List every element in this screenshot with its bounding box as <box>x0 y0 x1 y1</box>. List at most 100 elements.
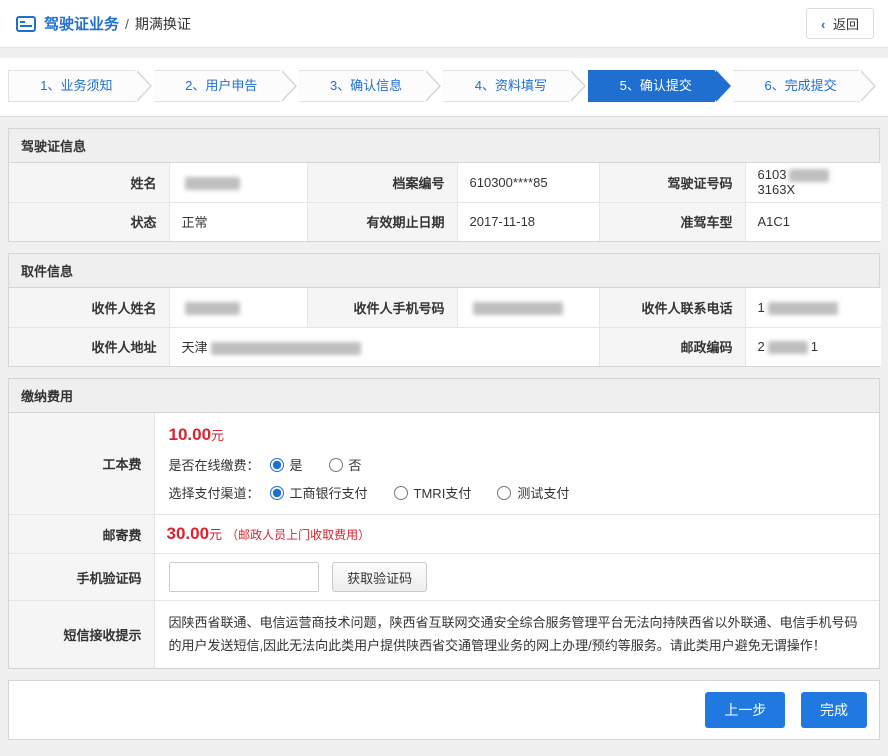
license-no-prefix: 6103 <box>758 167 787 182</box>
license-section-title: 驾驶证信息 <box>9 129 879 163</box>
phone-prefix: 1 <box>758 300 765 315</box>
radio-online-yes-input[interactable] <box>270 458 284 472</box>
zip-code-label: 邮政编码 <box>599 327 745 366</box>
online-pay-label: 是否在线缴费： <box>169 455 260 474</box>
fee-value: 10.00 <box>169 425 212 444</box>
file-no-value: 610300****85 <box>457 163 599 202</box>
pickup-section-title: 取件信息 <box>9 254 879 288</box>
redacted-zip <box>768 341 808 354</box>
step-3-confirm-info[interactable]: 3、确认信息 <box>299 70 426 102</box>
step-4-fill-data[interactable]: 4、资料填写 <box>443 70 570 102</box>
radio-channel-test-label: 测试支付 <box>517 483 569 502</box>
sms-code-cell: 获取验证码 <box>154 554 879 601</box>
back-button[interactable]: ‹ 返回 <box>806 8 874 39</box>
table-row: 短信接收提示 因陕西省联通、电信运营商技术问题，陕西省互联网交通安全综合服务管理… <box>9 601 879 668</box>
table-row: 工本费 10.00元 是否在线缴费： 是 否 选 <box>9 413 879 515</box>
redacted-name <box>185 177 240 190</box>
title-separator: / <box>125 16 129 32</box>
page-header: 驾驶证业务 / 期满换证 ‹ 返回 <box>0 0 888 48</box>
expiry-value: 2017-11-18 <box>457 202 599 241</box>
fee-amount: 10.00元 <box>169 425 866 445</box>
online-pay-row: 是否在线缴费： 是 否 <box>169 455 866 474</box>
fee-cell: 10.00元 是否在线缴费： 是 否 选择支付渠道： <box>154 413 879 515</box>
license-no-value: 61033163X <box>745 163 881 202</box>
payment-table: 工本费 10.00元 是否在线缴费： 是 否 选 <box>9 413 879 668</box>
radio-channel-icbc-label: 工商银行支付 <box>290 483 368 502</box>
pickup-info-section: 取件信息 收件人姓名 收件人手机号码 收件人联系电话 1 收件人地址 天津 邮政… <box>8 253 880 367</box>
vehicle-type-label: 准驾车型 <box>599 202 745 241</box>
redacted-mobile <box>473 302 563 315</box>
sms-code-input[interactable] <box>169 562 319 592</box>
redacted-address <box>211 342 361 355</box>
recipient-mobile-label: 收件人手机号码 <box>307 288 457 327</box>
recipient-phone-value: 1 <box>745 288 881 327</box>
radio-channel-tmri-label: TMRI支付 <box>414 483 472 502</box>
radio-online-no-input[interactable] <box>329 458 343 472</box>
name-label: 姓名 <box>9 163 169 202</box>
radio-channel-test[interactable]: 测试支付 <box>497 483 569 502</box>
name-value <box>169 163 307 202</box>
recipient-name-value <box>169 288 307 327</box>
step-2-user-declaration[interactable]: 2、用户申告 <box>154 70 281 102</box>
radio-online-yes-label: 是 <box>290 455 303 474</box>
postage-label: 邮寄费 <box>9 515 154 554</box>
radio-channel-test-input[interactable] <box>497 486 511 500</box>
radio-online-no-label: 否 <box>349 455 362 474</box>
postage-cell: 30.00元（邮政人员上门收取费用） <box>154 515 879 554</box>
radio-channel-tmri[interactable]: TMRI支付 <box>394 483 472 502</box>
table-row: 姓名 档案编号 610300****85 驾驶证号码 61033163X <box>9 163 881 202</box>
license-no-suffix: 3163X <box>758 182 796 197</box>
footer-action-bar: 上一步 完成 <box>8 680 880 740</box>
pay-channel-label: 选择支付渠道： <box>169 483 260 502</box>
payment-section: 缴纳费用 工本费 10.00元 是否在线缴费： 是 否 <box>8 378 880 669</box>
sms-tip-text: 因陕西省联通、电信运营商技术问题，陕西省互联网交通安全综合服务管理平台无法向持陕… <box>154 601 879 668</box>
step-5-confirm-submit[interactable]: 5、确认提交 <box>588 70 715 102</box>
table-row: 状态 正常 有效期止日期 2017-11-18 准驾车型 A1C1 <box>9 202 881 241</box>
back-label: 返回 <box>833 17 859 32</box>
sms-tip-label: 短信接收提示 <box>9 601 154 668</box>
license-info-section: 驾驶证信息 姓名 档案编号 610300****85 驾驶证号码 6103316… <box>8 128 880 242</box>
address-prefix: 天津 <box>182 340 208 355</box>
status-value: 正常 <box>169 202 307 241</box>
status-label: 状态 <box>9 202 169 241</box>
recipient-address-label: 收件人地址 <box>9 327 169 366</box>
step-6-complete-submit[interactable]: 6、完成提交 <box>733 70 860 102</box>
radio-online-yes[interactable]: 是 <box>270 455 303 474</box>
recipient-address-value: 天津 <box>169 327 599 366</box>
recipient-mobile-value <box>457 288 599 327</box>
postage-unit: 元 <box>209 527 222 542</box>
payment-section-title: 缴纳费用 <box>9 379 879 413</box>
table-row: 邮寄费 30.00元（邮政人员上门收取费用） <box>9 515 879 554</box>
get-code-button[interactable]: 获取验证码 <box>332 562 427 592</box>
radio-channel-icbc-input[interactable] <box>270 486 284 500</box>
zip-suffix: 1 <box>811 339 818 354</box>
license-info-table: 姓名 档案编号 610300****85 驾驶证号码 61033163X 状态 … <box>9 163 881 241</box>
zip-code-value: 21 <box>745 327 881 366</box>
radio-channel-tmri-input[interactable] <box>394 486 408 500</box>
step-1-business-notice[interactable]: 1、业务须知 <box>8 70 136 102</box>
recipient-phone-label: 收件人联系电话 <box>599 288 745 327</box>
fee-unit: 元 <box>211 428 224 443</box>
page-title: 驾驶证业务 <box>44 13 119 34</box>
radio-channel-icbc[interactable]: 工商银行支付 <box>270 483 368 502</box>
table-row: 手机验证码 获取验证码 <box>9 554 879 601</box>
vehicle-type-value: A1C1 <box>745 202 881 241</box>
recipient-name-label: 收件人姓名 <box>9 288 169 327</box>
sms-code-label: 手机验证码 <box>9 554 154 601</box>
step-breadcrumb: 1、业务须知 2、用户申告 3、确认信息 4、资料填写 5、确认提交 6、完成提… <box>0 58 888 117</box>
finish-button[interactable]: 完成 <box>801 692 867 728</box>
chevron-left-icon: ‹ <box>821 17 825 32</box>
redacted-recipient-name <box>185 302 240 315</box>
expiry-label: 有效期止日期 <box>307 202 457 241</box>
license-card-icon <box>16 16 36 32</box>
subpage-title: 期满换证 <box>135 14 191 34</box>
previous-step-button[interactable]: 上一步 <box>705 692 785 728</box>
pay-channel-row: 选择支付渠道： 工商银行支付 TMRI支付 测试支付 <box>169 483 866 502</box>
zip-prefix: 2 <box>758 339 765 354</box>
radio-online-no[interactable]: 否 <box>329 455 362 474</box>
redacted-phone <box>768 302 838 315</box>
license-no-label: 驾驶证号码 <box>599 163 745 202</box>
fee-label: 工本费 <box>9 413 154 515</box>
table-row: 收件人地址 天津 邮政编码 21 <box>9 327 881 366</box>
postage-value: 30.00 <box>167 524 210 543</box>
